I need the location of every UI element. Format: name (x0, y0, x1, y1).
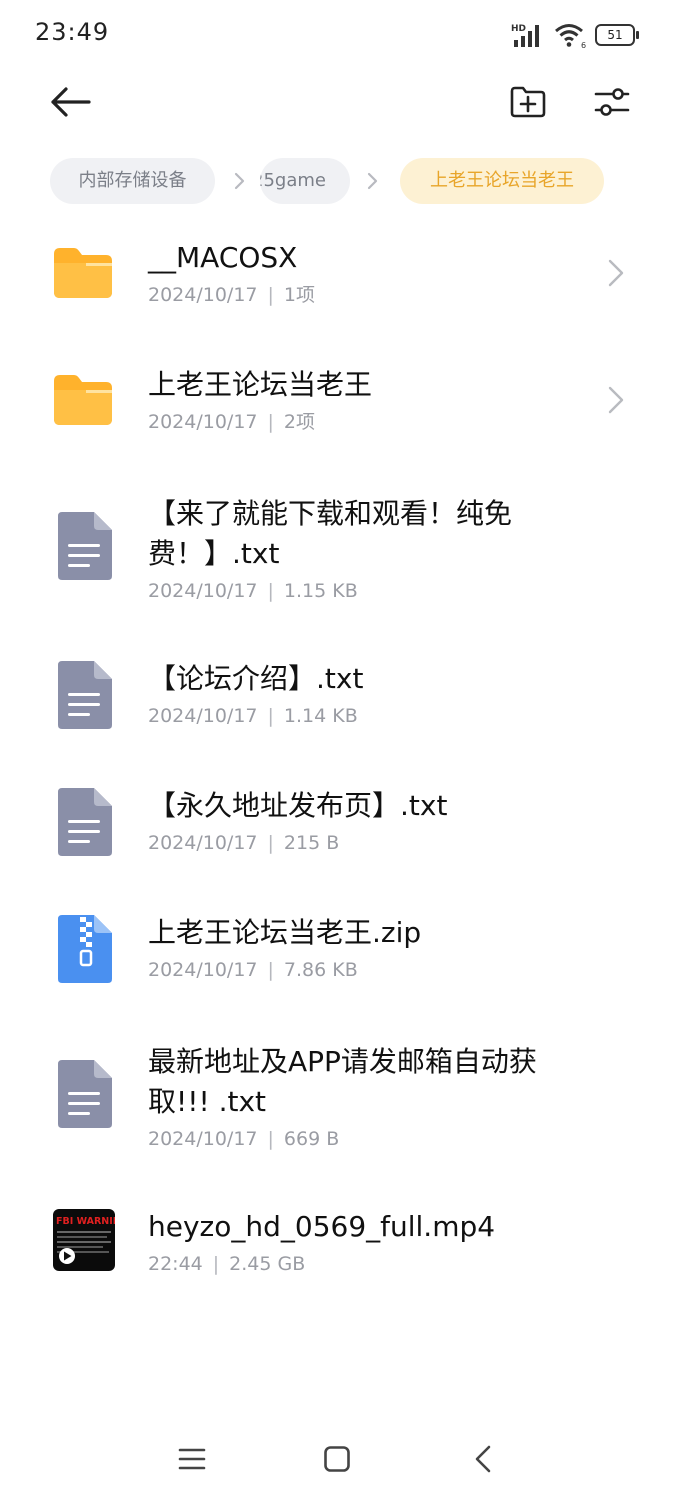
breadcrumb-current-folder[interactable]: 上老王论坛当老王 (400, 158, 604, 204)
home-square-icon (324, 1446, 350, 1472)
folder-icon (54, 375, 112, 425)
text-file-icon (58, 661, 112, 729)
list-item-file[interactable]: 【永久地址发布页】.txt 2024/10/17 | 215 B (0, 756, 675, 883)
file-date: 2024/10/17 (148, 1128, 258, 1150)
system-back-button[interactable] (458, 1434, 508, 1484)
home-button[interactable] (312, 1434, 362, 1484)
file-name: 【永久地址发布页】.txt (148, 789, 448, 822)
battery-icon: 51 (595, 24, 639, 46)
file-date: 2024/10/17 (148, 959, 258, 981)
file-name: heyzo_hd_0569_full.mp4 (148, 1210, 496, 1243)
file-manager-screen: 23:49 HD 6 51 内部存储设备 5game 上老王论坛当老王 __MA… (0, 0, 675, 1500)
file-meta: 2024/10/17 | 7.86 KB (148, 959, 358, 981)
wifi-band-label: 6 (581, 41, 586, 48)
list-item-file[interactable]: 最新地址及APP请发邮箱自动获取!!! .txt 2024/10/17 | 669 … (0, 1010, 675, 1177)
list-item-file[interactable]: 【论坛介绍】.txt 2024/10/17 | 1.14 KB (0, 629, 675, 756)
status-time: 23:49 (35, 18, 110, 46)
file-date: 2024/10/17 (148, 284, 258, 306)
file-info: 1.14 KB (283, 705, 358, 727)
breadcrumb-label: 上老王论坛当老王 (430, 170, 574, 191)
status-icons: HD 6 51 (511, 20, 639, 50)
file-info: 1.15 KB (283, 580, 358, 602)
file-meta: 2024/10/17 | 2项 (148, 411, 316, 433)
file-meta: 2024/10/17 | 215 B (148, 832, 340, 854)
arrow-left-icon (51, 87, 91, 117)
chevron-right-icon (234, 172, 245, 190)
list-item-folder[interactable]: 上老王论坛当老王 2024/10/17 | 2项 (0, 335, 675, 462)
file-meta: 2024/10/17 | 1.15 KB (148, 580, 358, 602)
file-meta: 2024/10/17 | 669 B (148, 1128, 340, 1150)
list-item-file[interactable]: 上老王论坛当老王.zip 2024/10/17 | 7.86 KB (0, 883, 675, 1010)
file-info: 2项 (283, 411, 316, 433)
sliders-icon (594, 88, 630, 116)
chevron-left-icon (475, 1445, 491, 1473)
file-date: 22:44 (148, 1253, 203, 1275)
chevron-right-icon (608, 259, 624, 287)
system-navigation-bar (0, 1420, 675, 1500)
folder-icon (54, 248, 112, 298)
cellular-signal-icon: HD (511, 24, 539, 47)
file-date: 2024/10/17 (148, 411, 258, 433)
file-date: 2024/10/17 (148, 580, 258, 602)
chevron-right-icon (608, 386, 624, 414)
text-file-icon (58, 788, 112, 856)
video-thumbnail: FBI WARNING (53, 1209, 115, 1271)
new-folder-icon (510, 86, 546, 118)
recents-button[interactable] (167, 1434, 217, 1484)
breadcrumb-25game[interactable]: 25game (260, 158, 350, 204)
file-info: 215 B (283, 832, 340, 854)
network-type-label: HD (511, 24, 526, 34)
file-info: 1项 (283, 284, 316, 306)
breadcrumb-internal-storage[interactable]: 内部存储设备 (50, 158, 215, 204)
battery-level: 51 (607, 28, 623, 42)
back-button[interactable] (44, 76, 96, 128)
file-date: 2024/10/17 (148, 832, 258, 854)
file-info: 2.45 GB (229, 1253, 306, 1275)
text-file-icon (58, 512, 112, 580)
wifi-icon: 6 (555, 24, 586, 48)
list-item-file[interactable]: FBI WARNING heyzo_hd_0569_full.mp4 22:44… (0, 1177, 675, 1304)
file-name: __MACOSX (148, 241, 298, 274)
list-item-folder[interactable]: __MACOSX 2024/10/17 | 1项 (0, 208, 675, 335)
list-item-file[interactable]: 【来了就能下载和观看！纯免费！】.txt 2024/10/17 | 1.15 KB (0, 462, 675, 629)
file-meta: 2024/10/17 | 1项 (148, 284, 316, 306)
file-name: 【来了就能下载和观看！纯免费！】.txt (148, 497, 513, 570)
toolbar (0, 70, 675, 134)
file-info: 669 B (283, 1128, 340, 1150)
file-name: 上老王论坛当老王 (148, 368, 373, 401)
file-name: 最新地址及APP请发邮箱自动获取!!! .txt (148, 1045, 537, 1118)
file-meta: 22:44 | 2.45 GB (148, 1253, 306, 1275)
new-folder-button[interactable] (502, 76, 554, 128)
file-meta: 2024/10/17 | 1.14 KB (148, 705, 358, 727)
file-info: 7.86 KB (283, 959, 358, 981)
status-bar: 23:49 HD 6 51 (0, 0, 675, 70)
breadcrumb-label: 25game (260, 170, 326, 191)
thumbnail-warning-text: FBI WARNING (56, 1216, 115, 1227)
menu-icon (178, 1448, 206, 1470)
breadcrumb: 内部存储设备 25game 上老王论坛当老王 (50, 158, 630, 204)
zip-file-icon (58, 915, 112, 983)
file-date: 2024/10/17 (148, 705, 258, 727)
file-name: 【论坛介绍】.txt (148, 662, 364, 695)
breadcrumb-label: 内部存储设备 (78, 170, 187, 191)
file-name: 上老王论坛当老王.zip (148, 916, 422, 949)
text-file-icon (58, 1060, 112, 1128)
chevron-right-icon (367, 172, 378, 190)
filter-settings-button[interactable] (586, 76, 638, 128)
